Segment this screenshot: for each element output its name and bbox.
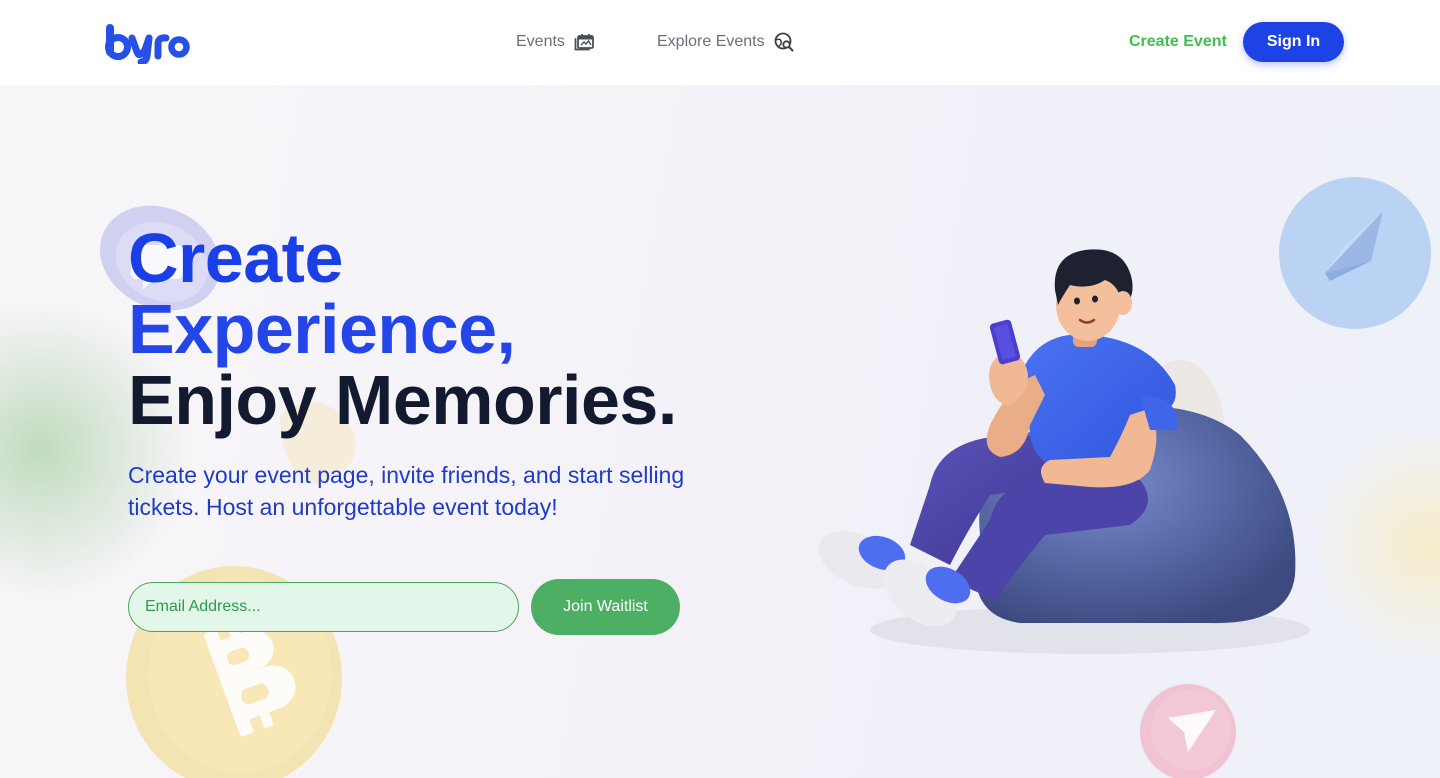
create-event-link[interactable]: Create Event: [1129, 31, 1227, 53]
globe-search-icon: [774, 32, 794, 52]
yellow-blur-blob: [1320, 415, 1440, 675]
sign-in-button[interactable]: Sign In: [1243, 22, 1344, 62]
site-header: byro Events Explore Events Creat: [0, 0, 1440, 85]
nav-events[interactable]: Events: [516, 31, 594, 53]
nav-explore-label: Explore Events: [657, 33, 765, 50]
nav-events-label: Events: [516, 33, 565, 50]
byro-logo[interactable]: byro: [105, 22, 191, 64]
nav-explore-events[interactable]: Explore Events: [657, 31, 794, 53]
join-waitlist-button[interactable]: Join Waitlist: [531, 579, 680, 635]
hero-subtitle: Create your event page, invite friends, …: [128, 462, 685, 520]
email-input[interactable]: [128, 582, 519, 632]
hero-title-line2: Experience,: [128, 290, 516, 368]
send-coin-icon: [1140, 684, 1236, 778]
hero-title-line3: Enjoy Memories.: [128, 361, 677, 439]
hero-section: Create Experience, Enjoy Memories. Creat…: [0, 85, 1440, 778]
calendar-gallery-icon: [574, 34, 594, 51]
hero-title: Create Experience, Enjoy Memories.: [128, 223, 677, 436]
hero-title-line1: Create: [128, 219, 343, 297]
person-on-beanbag-illustration: [818, 249, 1310, 654]
